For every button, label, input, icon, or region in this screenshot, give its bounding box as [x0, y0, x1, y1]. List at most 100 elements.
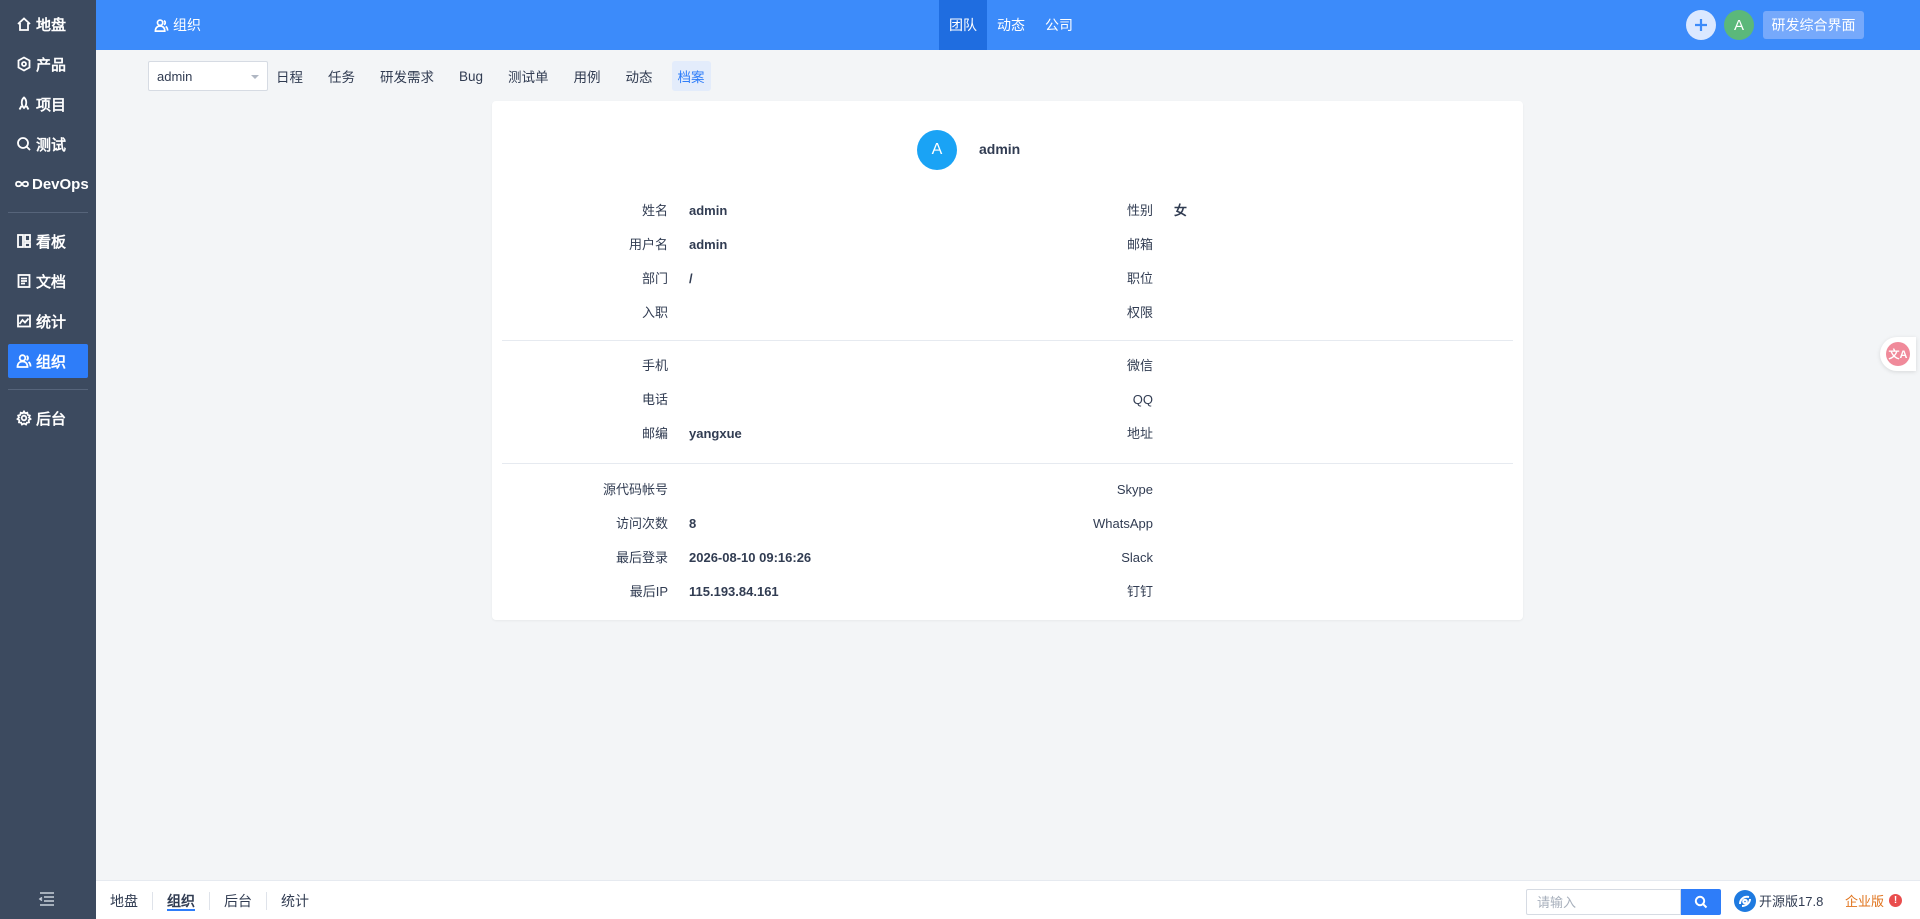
- last-ip-value: 115.193.84.161: [689, 584, 779, 599]
- profile-row: 姓名 admin 性别 女: [492, 201, 1523, 221]
- alert-badge: !: [1889, 894, 1903, 907]
- sidebar-item-label: 组织: [36, 353, 67, 371]
- scm-label: 源代码帐号: [602, 482, 668, 497]
- tab-profile[interactable]: 档案: [671, 61, 711, 91]
- quicknav-admin[interactable]: 后台: [210, 881, 266, 919]
- email-label: 邮箱: [1126, 237, 1153, 252]
- project-icon: [14, 94, 34, 114]
- gear-icon: [14, 408, 34, 428]
- address-label: 地址: [1126, 426, 1153, 441]
- realname-value: admin: [689, 203, 728, 218]
- section-divider: [502, 463, 1513, 464]
- tab-bug[interactable]: Bug: [453, 61, 489, 91]
- sidebar-item-label: 测试: [36, 136, 67, 154]
- nav-team[interactable]: 团队: [939, 0, 987, 50]
- page-title-text: 组织: [173, 17, 201, 33]
- join-label: 入职: [641, 305, 668, 320]
- profile-row: 访问次数 8 WhatsApp: [492, 514, 1523, 534]
- sidebar-item-label: 文档: [36, 273, 67, 291]
- translate-icon: 文A: [1886, 342, 1910, 366]
- profile-row: 手机 微信: [492, 356, 1523, 376]
- product-icon: [14, 54, 34, 74]
- sidebar-divider: [8, 389, 88, 390]
- nav-company[interactable]: 公司: [1035, 0, 1083, 50]
- test-icon: [14, 134, 34, 154]
- profile-row: 电话 QQ: [492, 390, 1523, 410]
- sidebar-item-org[interactable]: 组织: [8, 344, 88, 378]
- sidebar-item-label: 产品: [36, 56, 67, 74]
- profile-row: 部门 / 职位: [492, 269, 1523, 289]
- mobile-label: 手机: [641, 358, 668, 373]
- tab-schedule[interactable]: 日程: [270, 61, 309, 91]
- sidebar-item-devops[interactable]: DevOps: [8, 167, 89, 201]
- last-login-value: 2026-08-10 09:16:26: [689, 550, 812, 565]
- user-select[interactable]: admin: [148, 61, 268, 91]
- page-title: 组织: [154, 0, 201, 50]
- dept-value: /: [689, 271, 693, 286]
- sidebar-item-stats[interactable]: 统计: [8, 304, 88, 338]
- version-label: 开源版17.8: [1759, 894, 1824, 909]
- tab-testcase[interactable]: 用例: [568, 61, 607, 91]
- sidebar-item-project[interactable]: 项目: [8, 87, 88, 121]
- visits-label: 访问次数: [615, 516, 668, 531]
- sidebar-item-kanban[interactable]: 看板: [8, 224, 88, 258]
- footer-bar: 地盘 组织 后台 统计 开源版17.8 企业版 !: [96, 880, 1920, 919]
- profile-card: A admin 姓名 admin 性别 女 用户名 admin 邮箱 部门 / …: [492, 101, 1523, 620]
- quicknav-stats[interactable]: 统计: [267, 881, 323, 919]
- plus-icon: [1695, 19, 1707, 31]
- last-ip-label: 最后IP: [629, 584, 668, 599]
- dept-label: 部门: [641, 271, 668, 286]
- top-header: 组织 团队 动态 公司 A 研发综合界面: [96, 0, 1920, 50]
- tab-story[interactable]: 研发需求: [374, 61, 440, 91]
- collapse-menu-icon[interactable]: [38, 890, 58, 910]
- create-button[interactable]: [1686, 10, 1716, 40]
- weixin-label: 微信: [1126, 358, 1153, 373]
- version-info[interactable]: 开源版17.8: [1734, 881, 1823, 919]
- sidebar-item-label: 地盘: [36, 16, 67, 34]
- user-select-value: admin: [157, 68, 193, 84]
- translate-float-button[interactable]: 文A: [1880, 337, 1916, 371]
- profile-header: A admin: [492, 101, 1523, 181]
- zipcode-value: yangxue: [689, 426, 742, 441]
- doc-icon: [14, 271, 34, 291]
- kanban-icon: [14, 231, 34, 251]
- user-avatar[interactable]: A: [1724, 10, 1754, 40]
- chart-icon: [14, 311, 34, 331]
- profile-row: 用户名 admin 邮箱: [492, 235, 1523, 255]
- tab-task[interactable]: 任务: [322, 61, 361, 91]
- sidebar-item-dashboard[interactable]: 地盘: [8, 7, 88, 41]
- org-icon: [14, 351, 34, 371]
- profile-avatar: A: [917, 130, 957, 170]
- section-divider: [502, 340, 1513, 341]
- sidebar-item-label: 项目: [36, 96, 67, 114]
- sidebar-item-admin[interactable]: 后台: [8, 401, 88, 435]
- profile-row: 源代码帐号 Skype: [492, 480, 1523, 500]
- search-input[interactable]: [1526, 889, 1681, 915]
- chevron-down-icon: [251, 75, 259, 79]
- rd-interface-button[interactable]: 研发综合界面: [1763, 11, 1864, 39]
- footer-quick-nav: 地盘 组织 后台 统计: [96, 881, 323, 919]
- tab-dynamic[interactable]: 动态: [620, 61, 659, 91]
- profile-name: admin: [979, 141, 1021, 157]
- tab-testtask[interactable]: 测试单: [502, 61, 555, 91]
- quicknav-dashboard[interactable]: 地盘: [96, 881, 152, 919]
- nav-dynamic[interactable]: 动态: [987, 0, 1035, 50]
- sidebar-item-doc[interactable]: 文档: [8, 264, 88, 298]
- sidebar-item-label: 统计: [36, 313, 67, 331]
- sidebar-item-test[interactable]: 测试: [8, 127, 88, 161]
- account-value: admin: [689, 237, 728, 252]
- devops-icon: [14, 174, 30, 194]
- edition-link[interactable]: 企业版 !: [1845, 881, 1903, 919]
- role-label: 职位: [1126, 271, 1153, 286]
- quicknav-org[interactable]: 组织: [153, 881, 209, 919]
- sidebar-item-product[interactable]: 产品: [8, 47, 88, 81]
- profile-row: 邮编 yangxue 地址: [492, 424, 1523, 444]
- priv-label: 权限: [1126, 305, 1153, 320]
- profile-row: 最后登录 2026-08-10 09:16:26 Slack: [492, 548, 1523, 568]
- user-tabs: 日程 任务 研发需求 Bug 测试单 用例 动态 档案: [270, 61, 724, 91]
- profile-row: 最后IP 115.193.84.161 钉钉: [492, 582, 1523, 602]
- phone-label: 电话: [641, 392, 668, 407]
- search-button[interactable]: [1681, 889, 1721, 915]
- realname-label: 姓名: [641, 203, 668, 218]
- sidebar-item-label: 看板: [36, 233, 67, 251]
